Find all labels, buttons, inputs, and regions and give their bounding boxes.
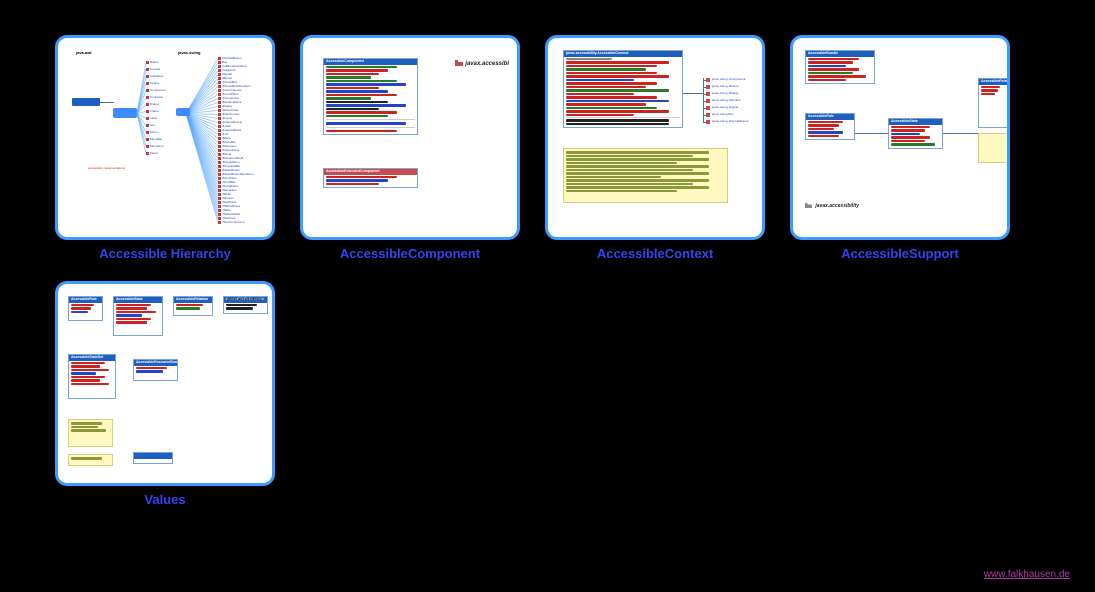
hierarchy-node: Dialog xyxy=(146,102,159,106)
support-note xyxy=(978,133,1008,163)
caption-accessible-context: AccessibleContext xyxy=(597,246,713,261)
thumb-accessible-hierarchy: java.awt javax.swing Button Canvas Checkbo… xyxy=(55,35,275,240)
package-label: javax.accessibi xyxy=(455,60,509,67)
thumb-values: AccessibleRole AccessibleState Accessibl… xyxy=(55,281,275,486)
values-note-1 xyxy=(68,419,113,447)
card-accessible-support[interactable]: AccessibleBundle AccessibleRole xyxy=(790,35,1010,261)
hierarchy-node: Component xyxy=(146,88,166,92)
card-accessible-context[interactable]: javax.accessibility.AccessibleContext xyxy=(545,35,765,261)
package-label: javax.accessibility xyxy=(227,296,262,301)
package-icon xyxy=(805,203,812,208)
card-values[interactable]: AccessibleRole AccessibleState Accessibl… xyxy=(55,281,275,507)
thumb-accessible-support: AccessibleBundle AccessibleRole xyxy=(790,35,1010,240)
hierarchy-node: Frame xyxy=(146,109,159,113)
hierarchy-node: MenuItem xyxy=(146,144,163,148)
hierarchy-node: MenuBar xyxy=(146,137,162,141)
card-accessible-component[interactable]: AccessibleComponent xyxy=(300,35,520,261)
thumb-accessible-component: AccessibleComponent xyxy=(300,35,520,240)
thumb-accessible-context: javax.accessibility.AccessibleContext xyxy=(545,35,765,240)
caption-accessible-component: AccessibleComponent xyxy=(340,246,480,261)
context-note xyxy=(563,148,728,203)
footer-link[interactable]: www.falkhausen.de xyxy=(984,569,1070,580)
context-ref-label: javax.swing.JFrame xyxy=(712,84,739,88)
caption-accessible-support: AccessibleSupport xyxy=(841,246,959,261)
context-ref-label: javax.swing.Box xyxy=(712,112,734,116)
hierarchy-left-label: java.awt xyxy=(76,50,92,55)
context-ref-label: javax.swing.JInternalFrame xyxy=(712,119,749,123)
context-ref-label: javax.swing.JWindow xyxy=(712,98,741,102)
hierarchy-legend: Accessible implementations xyxy=(88,166,125,170)
hierarchy-node: Label xyxy=(146,116,157,120)
hierarchy-node: JTextComponent xyxy=(218,220,245,224)
hierarchy-right-label: javax.swing xyxy=(178,50,200,55)
hierarchy-node: List xyxy=(146,123,155,127)
context-ref-label: javax.swing.JApplet xyxy=(712,105,738,109)
hierarchy-node: Button xyxy=(146,60,159,64)
package-label: javax.accessibility xyxy=(805,203,859,209)
package-icon xyxy=(455,60,463,66)
card-accessible-hierarchy[interactable]: java.awt javax.swing Button Canvas Checkbo… xyxy=(55,35,275,261)
caption-values: Values xyxy=(144,492,185,507)
values-note-2 xyxy=(68,454,113,466)
hierarchy-node: Canvas xyxy=(146,67,160,71)
hierarchy-node: Container xyxy=(146,95,163,99)
hierarchy-node: Menu xyxy=(146,130,158,134)
context-ref-label: javax.swing.JDialog xyxy=(712,91,738,95)
hierarchy-node: Choice xyxy=(146,81,159,85)
context-ref-label: javax.swing.JComponent xyxy=(712,77,745,81)
caption-accessible-hierarchy: Accessible Hierarchy xyxy=(99,246,231,261)
hierarchy-node: Panel xyxy=(146,151,158,155)
hierarchy-hub xyxy=(113,108,137,118)
hierarchy-node: Checkbox xyxy=(146,74,163,78)
thumbnail-grid: java.awt javax.swing Button Canvas Checkbo… xyxy=(0,0,1095,507)
